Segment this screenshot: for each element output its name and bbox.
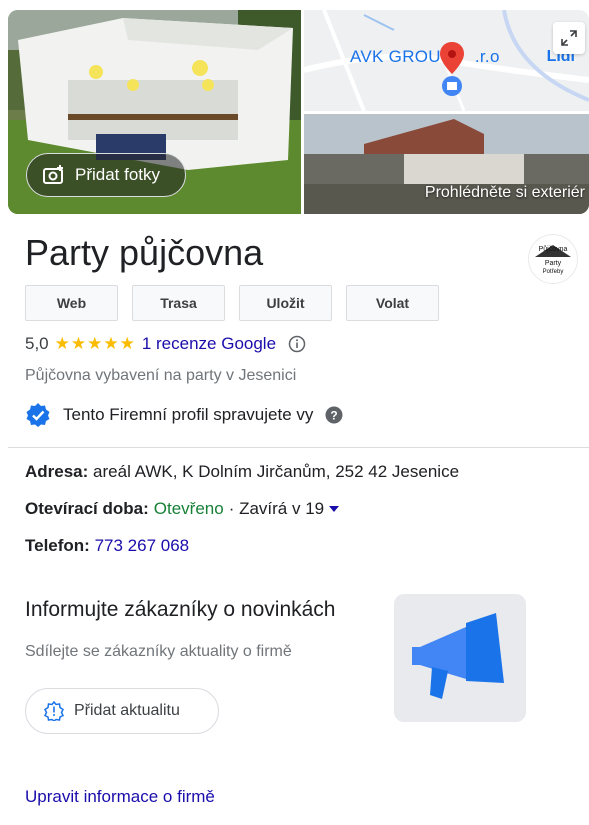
map-thumbnail[interactable]: AVK GROU .r.o Lidl <box>304 10 589 111</box>
rating-value: 5,0 <box>25 334 49 353</box>
call-button[interactable]: Volat <box>346 285 439 321</box>
logo-text-2: Party <box>545 260 562 267</box>
verified-profile-row: Tento Firemní profil spravujete vy ? <box>25 402 343 428</box>
logo-image: Půjčovna Party Potřeby <box>535 245 571 275</box>
expand-icon <box>561 30 577 46</box>
verified-badge-icon <box>26 403 50 427</box>
website-button[interactable]: Web <box>25 285 118 321</box>
exterior-streetview[interactable]: Prohlédněte si exteriér <box>304 114 589 214</box>
verified-text: Tento Firemní profil spravujete vy <box>63 405 314 424</box>
hours-row: Otevírací doba: Otevřeno · Zavírá v 19 <box>25 499 340 519</box>
reviews-link[interactable]: 1 recenze Google <box>142 334 276 354</box>
promo-title: Informujte zákazníky o novinkách <box>25 598 336 621</box>
map-place-label: AVK GROU <box>350 47 441 66</box>
save-button[interactable]: Uložit <box>239 285 332 321</box>
rating-row: 5,0 ★★★★★ 1 recenze Google <box>25 334 306 354</box>
hours-close[interactable]: · Zavírá v 19 <box>229 499 324 519</box>
business-category: Půjčovna vybavení na party v Jesenici <box>25 367 297 384</box>
add-photos-label: Přidat fotky <box>75 165 161 184</box>
add-update-icon <box>44 701 64 721</box>
promo-illustration <box>394 594 526 722</box>
add-update-label: Přidat aktualitu <box>74 702 180 719</box>
expand-map-button[interactable] <box>553 22 585 54</box>
info-icon[interactable] <box>288 335 306 353</box>
phone-value[interactable]: 773 267 068 <box>95 536 190 555</box>
map-place-label-suffix: .r.o <box>474 47 500 66</box>
address-value[interactable]: areál AWK, K Dolním Jirčanům, 252 42 Jes… <box>93 462 459 481</box>
add-update-button[interactable]: Přidat aktualitu <box>25 688 219 734</box>
add-photos-button[interactable]: Přidat fotky <box>26 153 186 197</box>
exterior-label: Prohlédněte si exteriér <box>424 184 585 201</box>
logo-text-3: Potřeby <box>543 269 564 275</box>
business-logo: Půjčovna Party Potřeby <box>528 234 578 284</box>
edit-business-info-link[interactable]: Upravit informace o firmě <box>25 787 215 807</box>
address-row: Adresa: areál AWK, K Dolním Jirčanům, 25… <box>25 462 459 482</box>
section-divider <box>8 447 589 448</box>
address-label: Adresa: <box>25 462 89 481</box>
action-buttons: Web Trasa Uložit Volat <box>25 285 439 321</box>
phone-label: Telefon: <box>25 536 90 555</box>
phone-row: Telefon: 773 267 068 <box>25 536 189 556</box>
megaphone-icon <box>412 613 504 699</box>
hours-label: Otevírací doba: <box>25 499 149 518</box>
add-photo-icon <box>43 165 63 184</box>
business-name: Party půjčovna <box>25 232 264 273</box>
hours-status: Otevřeno <box>153 499 224 518</box>
rating-stars: ★★★★★ <box>54 334 136 353</box>
chevron-down-icon[interactable] <box>329 506 340 512</box>
svg-text:?: ? <box>331 409 338 423</box>
logo-text-1: Půjčovna <box>539 245 568 253</box>
help-icon[interactable]: ? <box>325 406 343 424</box>
directions-button[interactable]: Trasa <box>132 285 225 321</box>
promo-subtitle: Sdílejte se zákazníky aktuality o firmě <box>25 643 292 660</box>
map-pin-icon <box>440 42 464 96</box>
